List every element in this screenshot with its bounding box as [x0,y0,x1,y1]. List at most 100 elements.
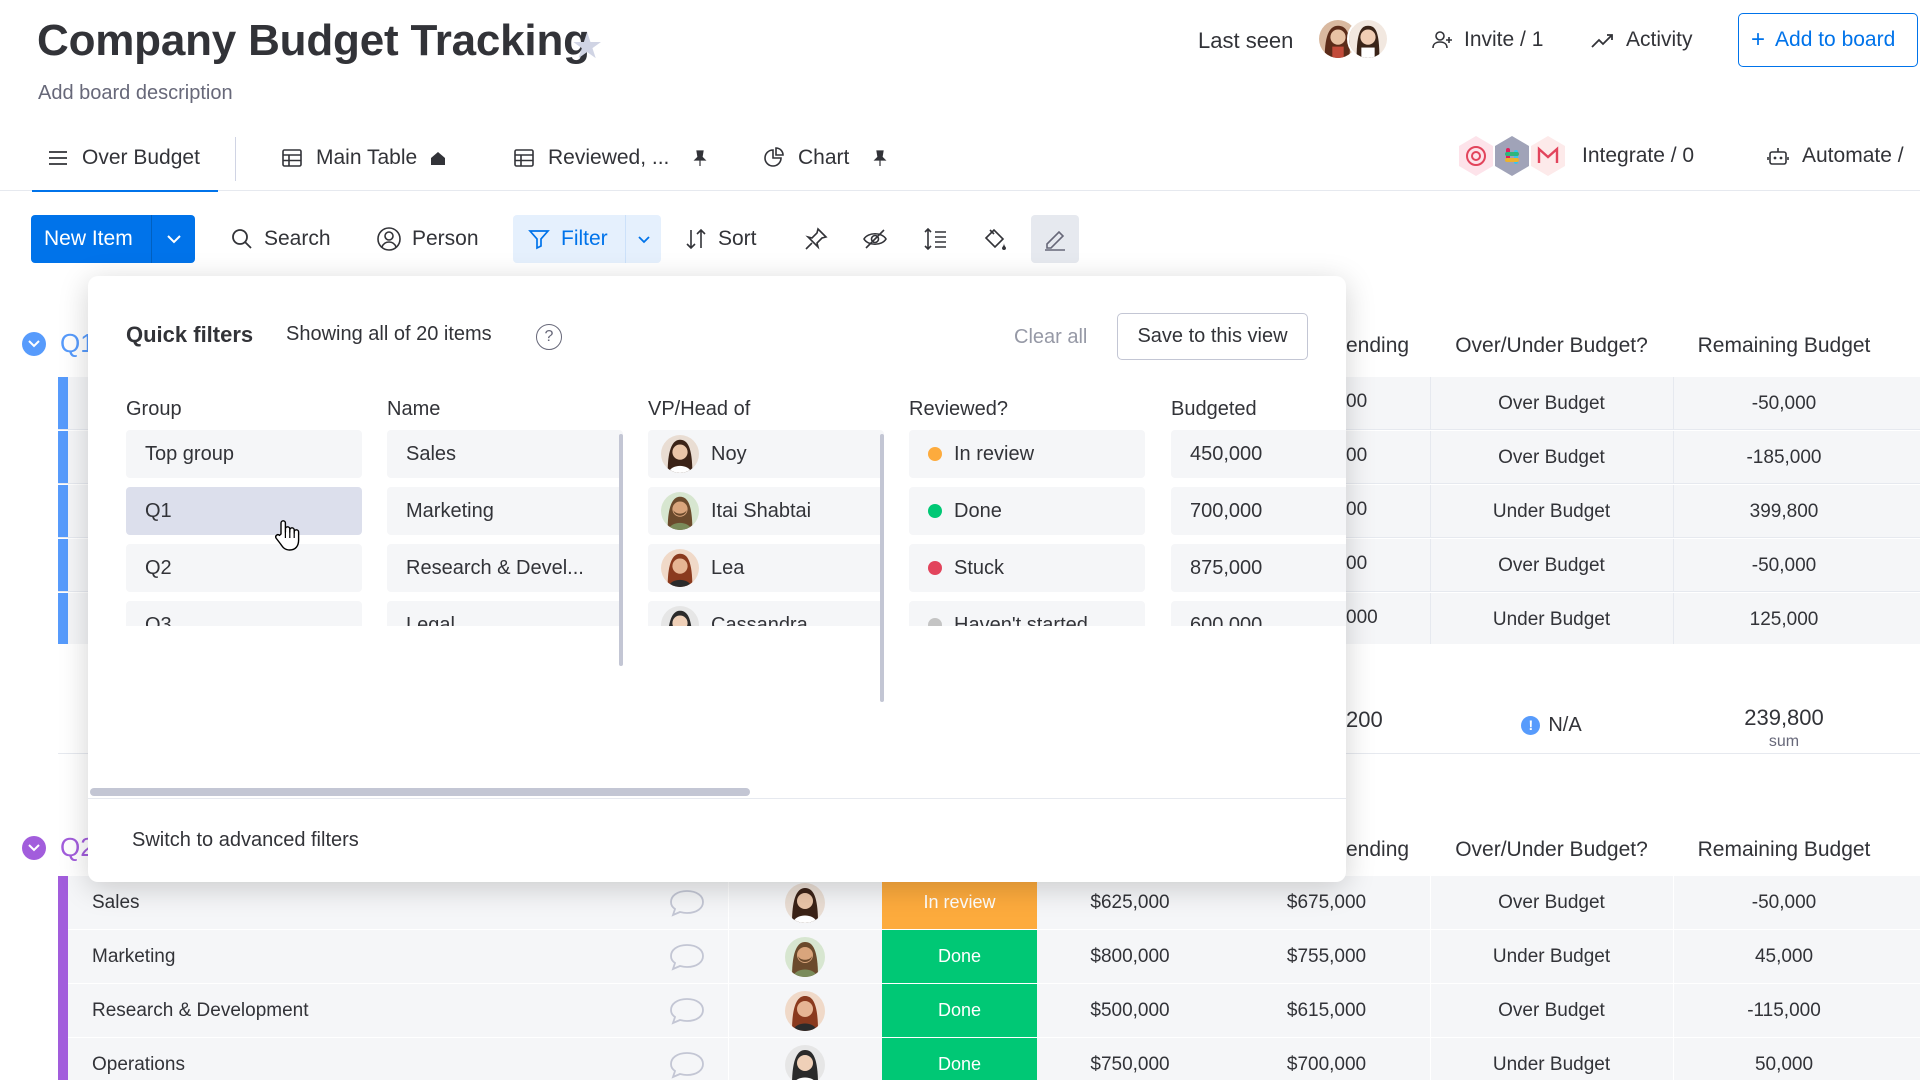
filter-option-name[interactable]: Legal [387,601,623,626]
filter-option-budgeted[interactable]: 875,000 [1171,544,1346,592]
filter-option-group[interactable]: Q3 [126,601,362,626]
status-badge[interactable]: Done [882,930,1037,983]
activity-button[interactable]: Activity [1590,28,1693,52]
group-header-q2[interactable]: Q2 [22,832,95,863]
over-under-cell[interactable]: Over Budget [1430,984,1673,1038]
remaining-cell[interactable]: 45,000 [1673,930,1895,984]
filter-option-budgeted[interactable]: 700,000 [1171,487,1346,535]
format-button[interactable] [1031,215,1079,263]
scrollbar[interactable] [880,434,884,702]
filter-option-budgeted[interactable]: 600,000 [1171,601,1346,626]
spending-cell[interactable]: $755,000 [1223,930,1430,984]
budgeted-cell[interactable]: $500,000 [1037,984,1223,1038]
status-badge[interactable]: Done [882,1038,1037,1080]
new-item-button[interactable]: New Item [31,215,195,263]
item-name[interactable]: Sales [92,892,140,914]
remaining-cell[interactable]: -50,000 [1673,539,1895,592]
chat-bubble-icon[interactable] [668,888,706,918]
filter-option-group[interactable]: Q1 [126,487,362,535]
scrollbar[interactable] [619,434,623,666]
scrollbar-thumb[interactable] [90,788,750,796]
save-to-view-button[interactable]: Save to this view [1117,313,1308,360]
invite-button[interactable]: Invite / 1 [1430,28,1543,52]
remaining-cell[interactable]: -50,000 [1673,377,1895,430]
over-under-cell[interactable]: Over Budget [1430,876,1673,930]
row-height-button[interactable] [911,215,959,263]
favorite-star-icon[interactable]: ★ [571,28,603,64]
automate-button[interactable]: Automate / [1766,133,1904,179]
column-header-remaining[interactable]: Remaining Budget [1673,334,1895,358]
over-under-cell[interactable]: Under Budget [1430,485,1673,538]
spending-cell[interactable]: 000 [1346,593,1426,643]
column-header-remaining[interactable]: Remaining Budget [1673,838,1895,862]
chevron-down-icon[interactable] [152,234,195,244]
over-under-cell[interactable]: Over Budget [1430,539,1673,592]
remaining-cell[interactable]: -115,000 [1673,984,1895,1038]
filter-option-budgeted[interactable]: 450,000 [1171,430,1346,478]
filter-option-vp[interactable]: Cassandra [648,601,884,626]
filter-option-reviewed[interactable]: Done [909,487,1145,535]
chat-bubble-icon[interactable] [668,942,706,972]
over-under-cell[interactable]: Under Budget [1430,593,1673,646]
remaining-cell[interactable]: 399,800 [1673,485,1895,538]
status-badge[interactable]: Done [882,984,1037,1037]
chevron-down-icon[interactable] [22,835,46,860]
spending-cell[interactable]: 00 [1346,539,1426,589]
remaining-cell[interactable]: 125,000 [1673,593,1895,646]
spending-cell[interactable]: 00 [1346,377,1426,427]
add-to-board-button[interactable]: + Add to board [1738,13,1918,67]
filter-option-group[interactable]: Q2 [126,544,362,592]
help-icon[interactable]: ? [536,324,562,350]
chat-bubble-icon[interactable] [668,1050,706,1080]
chevron-down-icon[interactable] [22,331,46,356]
filter-option-name[interactable]: Marketing [387,487,623,535]
remaining-cell[interactable]: -185,000 [1673,431,1895,484]
sort-button[interactable]: Sort [684,215,757,263]
switch-to-advanced-filters[interactable]: Switch to advanced filters [132,829,359,852]
filter-option-name[interactable]: Research & Devel... [387,544,623,592]
remaining-cell[interactable]: 50,000 [1673,1038,1895,1080]
column-header-spending[interactable]: ending [1346,334,1432,358]
avatar[interactable] [785,991,825,1031]
budgeted-cell[interactable]: $625,000 [1037,876,1223,930]
color-button[interactable] [971,215,1019,263]
chat-bubble-icon[interactable] [668,996,706,1026]
tab-over-budget[interactable]: Over Budget [32,125,218,192]
filter-option-vp[interactable]: Lea [648,544,884,592]
item-name[interactable]: Marketing [92,946,175,968]
search-button[interactable]: Search [230,215,331,263]
item-name[interactable]: Operations [92,1054,185,1076]
spending-cell[interactable]: $700,000 [1223,1038,1430,1080]
column-header-spending[interactable]: ending [1346,838,1432,862]
over-under-cell[interactable]: Under Budget [1430,1038,1673,1080]
avatar[interactable] [785,883,825,923]
status-badge[interactable]: In review [882,876,1037,929]
avatar[interactable] [785,937,825,977]
tab-main-table[interactable]: Main Table [280,125,447,191]
filter-option-reviewed[interactable]: In review [909,430,1145,478]
spending-cell[interactable]: 00 [1346,485,1426,535]
filter-option-vp[interactable]: Itai Shabtai [648,487,884,535]
filter-option-group[interactable]: Top group [126,430,362,478]
board-title[interactable]: Company Budget Tracking [37,16,590,66]
column-header-over-under[interactable]: Over/Under Budget? [1430,334,1673,358]
last-seen-avatars[interactable] [1317,18,1391,62]
integrate-button[interactable]: Integrate / 0 [1459,133,1694,179]
filter-option-reviewed[interactable]: Haven't started ... [909,601,1145,626]
pin-columns-button[interactable] [792,215,840,263]
group-header-q1[interactable]: Q1 [22,328,95,359]
clear-all-button[interactable]: Clear all [1014,326,1087,349]
spending-cell[interactable]: $675,000 [1223,876,1430,930]
horizontal-scrollbar[interactable] [88,786,1346,796]
budgeted-cell[interactable]: $750,000 [1037,1038,1223,1080]
person-filter-button[interactable]: Person [376,215,479,263]
board-description[interactable]: Add board description [38,82,233,105]
chevron-down-icon[interactable] [626,235,661,244]
filter-option-reviewed[interactable]: Stuck [909,544,1145,592]
budgeted-cell[interactable]: $800,000 [1037,930,1223,984]
column-header-over-under[interactable]: Over/Under Budget? [1430,838,1673,862]
hide-columns-button[interactable] [851,215,899,263]
avatar[interactable] [785,1045,825,1080]
over-under-cell[interactable]: Over Budget [1430,377,1673,430]
spending-cell[interactable]: 00 [1346,431,1426,481]
